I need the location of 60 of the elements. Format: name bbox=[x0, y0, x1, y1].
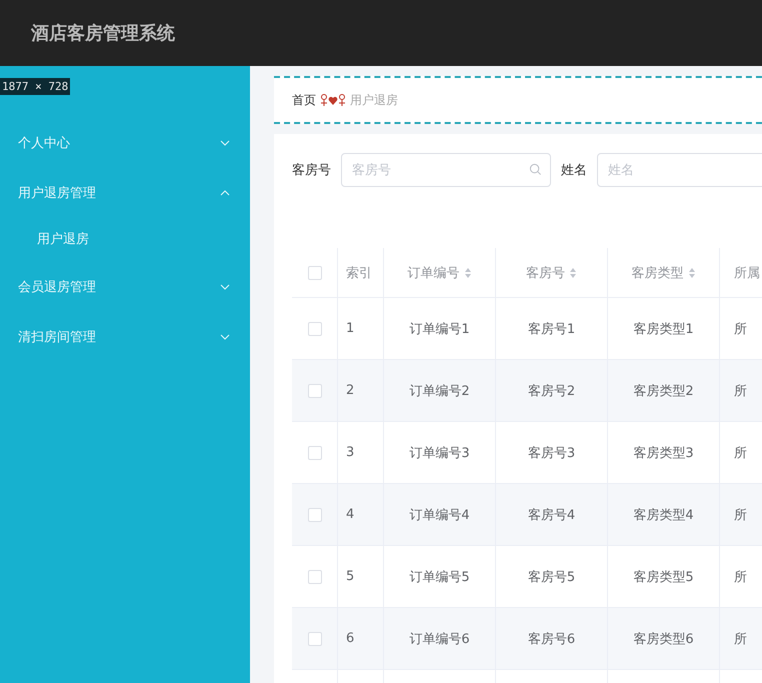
table-cell: 订单编号3 bbox=[384, 422, 496, 483]
field-label: 姓名 bbox=[561, 162, 587, 179]
table-cell: 客房类型1 bbox=[608, 298, 720, 359]
field-label: 客房号 bbox=[292, 162, 331, 179]
table-cell: 所 bbox=[720, 546, 762, 607]
sort-icon bbox=[569, 266, 577, 278]
table-cell: 订单编号4 bbox=[384, 484, 496, 545]
checkbox[interactable] bbox=[308, 322, 322, 336]
menu-item[interactable]: 用户退房管理 bbox=[0, 168, 250, 218]
checkbox[interactable] bbox=[308, 266, 322, 280]
table-cell: 客房类型2 bbox=[608, 360, 720, 421]
table-cell: 订单编号2 bbox=[384, 360, 496, 421]
sort-icon bbox=[688, 266, 696, 278]
checkbox[interactable] bbox=[308, 384, 322, 398]
checkbox[interactable] bbox=[308, 446, 322, 460]
table-cell: 订单编号6 bbox=[384, 608, 496, 669]
app-title: 酒店客房管理系统 bbox=[31, 22, 175, 45]
table-cell: 3 bbox=[338, 422, 384, 483]
table-cell: 1 bbox=[338, 298, 384, 359]
table-cell: 客房号3 bbox=[496, 422, 608, 483]
table-cell: 订单编号1 bbox=[384, 298, 496, 359]
column-header[interactable]: 索引 bbox=[338, 248, 384, 297]
table-cell: 客房号5 bbox=[496, 546, 608, 607]
table-cell: 所 bbox=[720, 608, 762, 669]
table-cell: 所 bbox=[720, 360, 762, 421]
heart-separator-icon bbox=[320, 93, 346, 107]
table-cell: 订单编号5 bbox=[384, 546, 496, 607]
table-cell: 所 bbox=[720, 422, 762, 483]
menu-item[interactable]: 会员退房管理 bbox=[0, 262, 250, 312]
column-header[interactable]: 所属 bbox=[720, 248, 762, 297]
table-cell: 客房号4 bbox=[496, 484, 608, 545]
table-cell: 客房类型6 bbox=[608, 608, 720, 669]
sort-icon bbox=[464, 266, 472, 278]
table-cell: 客房号1 bbox=[496, 298, 608, 359]
column-header[interactable]: 订单编号 bbox=[384, 248, 496, 297]
menu-item[interactable]: 个人中心 bbox=[0, 118, 250, 168]
column-header[interactable]: 客房号 bbox=[496, 248, 608, 297]
table-cell: 客房类型5 bbox=[608, 546, 720, 607]
size-badge: 1877 × 728 bbox=[0, 78, 70, 95]
table-cell: 客房类型4 bbox=[608, 484, 720, 545]
menu-item[interactable]: 清扫房间管理 bbox=[0, 312, 250, 362]
breadcrumb-item[interactable]: 首页 bbox=[292, 92, 316, 108]
table-cell: 客房号2 bbox=[496, 360, 608, 421]
table-cell: 所 bbox=[720, 484, 762, 545]
table-cell: 6 bbox=[338, 608, 384, 669]
input-field[interactable]: 客房号 bbox=[341, 153, 551, 187]
table-cell: 5 bbox=[338, 546, 384, 607]
input-field[interactable]: 姓名 bbox=[597, 153, 762, 187]
table-cell: 客房号6 bbox=[496, 608, 608, 669]
checkbox[interactable] bbox=[308, 632, 322, 646]
table-cell: 客房类型3 bbox=[608, 422, 720, 483]
column-header[interactable]: 客房类型 bbox=[608, 248, 720, 297]
breadcrumb-item: 用户退房 bbox=[350, 92, 398, 108]
table-cell: 所 bbox=[720, 298, 762, 359]
search-icon bbox=[529, 163, 542, 176]
checkbox[interactable] bbox=[308, 508, 322, 522]
table-cell: 2 bbox=[338, 360, 384, 421]
checkbox[interactable] bbox=[308, 570, 322, 584]
table-cell: 4 bbox=[338, 484, 384, 545]
submenu-item[interactable]: 用户退房 bbox=[0, 216, 250, 262]
